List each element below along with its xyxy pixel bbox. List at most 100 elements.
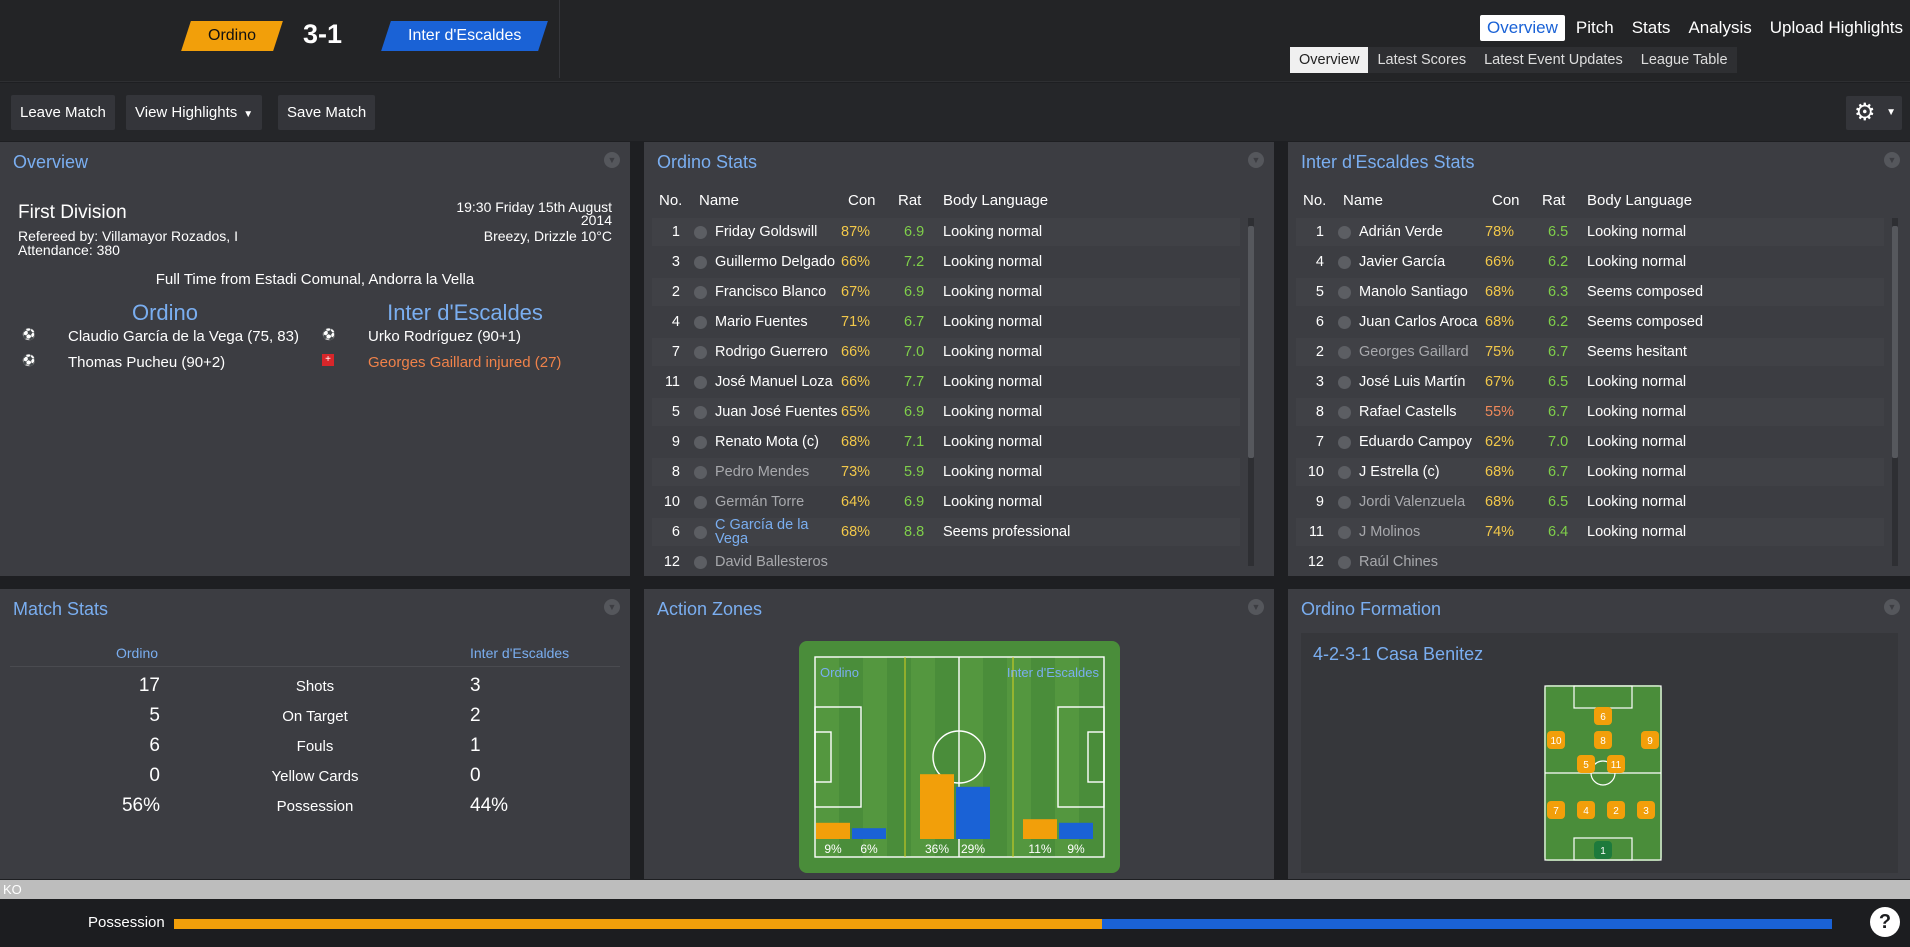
player-row[interactable]: 6 C García de la Vega 68% 8.8 Seems professi… [652,518,1240,546]
away-team-badge[interactable]: Inter d'Escaldes [381,21,549,51]
info-icon[interactable] [694,398,707,426]
player-name[interactable]: Friday Goldswill [715,218,817,246]
player-shirt[interactable]: 9 [1641,731,1659,749]
info-icon[interactable] [694,338,707,366]
player-name[interactable]: Juan José Fuentes [715,398,838,426]
player-row[interactable]: 8 Rafael Castells 55% 6.7 Looking normal [1296,398,1884,426]
chevron-down-icon[interactable]: ▼ [604,152,620,168]
col-header-con[interactable]: Con [1492,192,1520,209]
player-row[interactable]: 3 José Luis Martín 67% 6.5 Looking normal [1296,368,1884,396]
save-match-button[interactable]: Save Match [278,95,376,130]
player-row[interactable]: 5 Manolo Santiago 68% 6.3 Seems composed [1296,278,1884,306]
player-name[interactable]: Pedro Mendes [715,458,809,486]
scrollbar[interactable] [1248,218,1254,566]
player-row[interactable]: 12 David Ballesteros [652,548,1240,576]
player-row[interactable]: 1 Adrián Verde 78% 6.5 Looking normal [1296,218,1884,246]
scrollbar-thumb[interactable] [1248,226,1254,458]
info-icon[interactable] [1338,218,1351,246]
chevron-down-icon[interactable]: ▼ [604,599,620,615]
player-row[interactable]: 7 Eduardo Campoy 62% 7.0 Looking normal [1296,428,1884,456]
player-shirt[interactable]: 4 [1577,801,1595,819]
player-name[interactable]: Renato Mota (c) [715,428,819,456]
info-icon[interactable] [694,248,707,276]
player-name[interactable]: Mario Fuentes [715,308,808,336]
player-shirt[interactable]: 8 [1594,731,1612,749]
player-shirt[interactable]: 10 [1547,731,1565,749]
info-icon[interactable] [694,488,707,516]
scrollbar-thumb[interactable] [1892,226,1898,458]
info-icon[interactable] [694,278,707,306]
tab-stats[interactable]: Stats [1625,15,1678,41]
info-icon[interactable] [1338,278,1351,306]
player-name[interactable]: Adrián Verde [1359,218,1443,246]
col-header-body-language[interactable]: Body Language [1587,192,1692,209]
player-row[interactable]: 11 José Manuel Loza 66% 7.7 Looking normal [652,368,1240,396]
player-row[interactable]: 12 Raúl Chines [1296,548,1884,576]
player-name[interactable]: Jordi Valenzuela [1359,488,1465,516]
chevron-down-icon[interactable]: ▼ [1884,152,1900,168]
player-name[interactable]: Francisco Blanco [715,278,826,306]
player-row[interactable]: 9 Jordi Valenzuela 68% 6.5 Looking normal [1296,488,1884,516]
subtab-latest-scores[interactable]: Latest Scores [1368,47,1475,73]
scrollbar[interactable] [1892,218,1898,566]
home-team-badge[interactable]: Ordino [181,21,283,51]
player-name[interactable]: Juan Carlos Aroca [1359,308,1477,336]
player-name[interactable]: Georges Gaillard [1359,338,1469,366]
info-icon[interactable] [1338,248,1351,276]
player-name[interactable]: J Estrella (c) [1359,458,1440,486]
chevron-down-icon[interactable]: ▼ [1884,599,1900,615]
player-name[interactable]: Guillermo Delgado [715,248,835,276]
tab-overview[interactable]: Overview [1480,15,1565,41]
player-shirt[interactable]: 11 [1607,755,1625,773]
col-header-body-language[interactable]: Body Language [943,192,1048,209]
player-name[interactable]: J Molinos [1359,518,1420,546]
goalkeeper-shirt[interactable]: 1 [1594,841,1612,859]
info-icon[interactable] [1338,368,1351,396]
player-row[interactable]: 2 Georges Gaillard 75% 6.7 Seems hesitant [1296,338,1884,366]
info-icon[interactable] [694,218,707,246]
player-row[interactable]: 6 Juan Carlos Aroca 68% 6.2 Seems composed [1296,308,1884,336]
info-icon[interactable] [1338,548,1351,576]
info-icon[interactable] [1338,518,1351,546]
formation-name[interactable]: 4-2-3-1 Casa Benitez [1313,644,1483,665]
player-shirt[interactable]: 6 [1594,707,1612,725]
col-header-rat[interactable]: Rat [898,192,921,209]
info-icon[interactable] [1338,488,1351,516]
info-icon[interactable] [1338,458,1351,486]
col-header-name[interactable]: Name [1343,192,1383,209]
info-icon[interactable] [694,368,707,396]
leave-match-button[interactable]: Leave Match [11,95,115,130]
player-row[interactable]: 10 J Estrella (c) 68% 6.7 Looking normal [1296,458,1884,486]
player-row[interactable]: 9 Renato Mota (c) 68% 7.1 Looking normal [652,428,1240,456]
info-icon[interactable] [694,458,707,486]
player-row[interactable]: 3 Guillermo Delgado 66% 7.2 Looking normal [652,248,1240,276]
player-shirt[interactable]: 7 [1547,801,1565,819]
view-highlights-button[interactable]: View Highlights ▼ [126,95,263,130]
player-row[interactable]: 7 Rodrigo Guerrero 66% 7.0 Looking normal [652,338,1240,366]
player-name[interactable]: Rodrigo Guerrero [715,338,828,366]
player-name[interactable]: José Manuel Loza [715,368,833,396]
player-name[interactable]: Manolo Santiago [1359,278,1468,306]
player-row[interactable]: 8 Pedro Mendes 73% 5.9 Looking normal [652,458,1240,486]
player-name[interactable]: C García de la Vega [715,518,815,547]
player-row[interactable]: 5 Juan José Fuentes 65% 6.9 Looking normal [652,398,1240,426]
player-name[interactable]: José Luis Martín [1359,368,1465,396]
player-name[interactable]: Eduardo Campoy [1359,428,1472,456]
player-name[interactable]: Rafael Castells [1359,398,1457,426]
info-icon[interactable] [694,548,707,576]
tab-pitch[interactable]: Pitch [1569,15,1621,41]
col-header-no[interactable]: No. [659,192,682,209]
chevron-down-icon[interactable]: ▼ [1248,152,1264,168]
info-icon[interactable] [694,518,707,546]
player-shirt[interactable]: 2 [1607,801,1625,819]
player-shirt[interactable]: 5 [1577,755,1595,773]
help-icon[interactable]: ? [1870,907,1900,937]
tab-analysis[interactable]: Analysis [1681,15,1758,41]
subtab-overview[interactable]: Overview [1290,47,1369,73]
col-header-con[interactable]: Con [848,192,876,209]
player-row[interactable]: 4 Javier García 66% 6.2 Looking normal [1296,248,1884,276]
info-icon[interactable] [1338,308,1351,336]
player-name[interactable]: David Ballesteros [715,548,828,576]
player-row[interactable]: 4 Mario Fuentes 71% 6.7 Looking normal [652,308,1240,336]
player-name[interactable]: Raúl Chines [1359,548,1438,576]
